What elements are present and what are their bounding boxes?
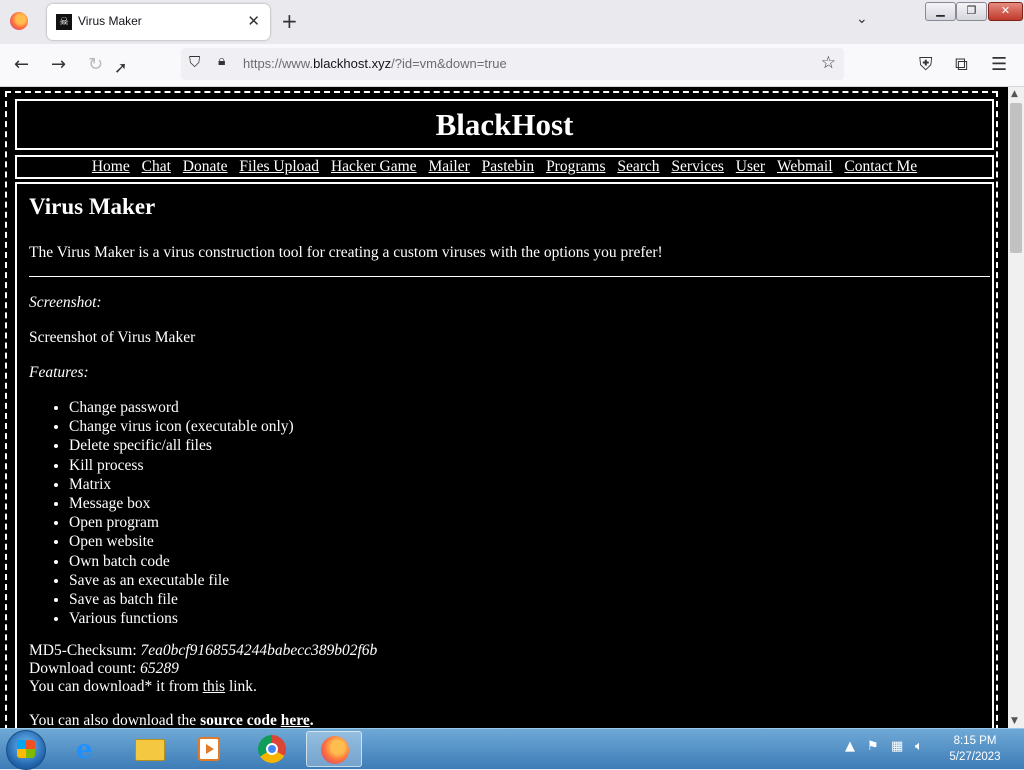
menu-home[interactable]: Home: [92, 158, 130, 175]
count-row: Download count: 65289: [29, 660, 179, 678]
restore-button[interactable]: ❐: [956, 2, 987, 21]
list-item: Matrix: [69, 475, 989, 494]
system-clock[interactable]: 8:15 PM 5/27/2023: [940, 733, 1010, 765]
list-item: Various functions: [69, 609, 989, 628]
bookmark-star-icon[interactable]: ☆: [821, 53, 836, 73]
divider: [29, 276, 990, 277]
list-item: Open website: [69, 532, 989, 551]
extensions-icon[interactable]: ⧉: [955, 54, 968, 75]
menu-programs[interactable]: Programs: [546, 158, 605, 175]
site-brand-header: BlackHost: [15, 99, 994, 150]
windows-logo-icon: [17, 740, 35, 758]
list-item: Open program: [69, 513, 989, 532]
internet-explorer-icon[interactable]: e: [60, 731, 116, 767]
close-tab-icon[interactable]: ✕: [247, 12, 260, 30]
menu-search[interactable]: Search: [617, 158, 659, 175]
screenshot-label: Screenshot:: [29, 294, 102, 311]
action-center-flag-icon[interactable]: ⚑: [867, 739, 879, 754]
close-window-button[interactable]: ✕: [988, 2, 1023, 21]
page-scrollbar[interactable]: ▲ ▼: [1008, 87, 1024, 728]
menu-pastebin[interactable]: Pastebin: [482, 158, 535, 175]
reload-icon[interactable]: ↻: [88, 54, 103, 75]
minimize-button[interactable]: ▁: [925, 2, 956, 21]
list-item: Change password: [69, 398, 989, 417]
new-tab-icon[interactable]: +: [281, 9, 298, 33]
lock-icon[interactable]: 🔒︎: [218, 53, 225, 69]
clock-time: 8:15 PM: [953, 735, 997, 747]
mouse-cursor-icon: ➚: [114, 58, 128, 77]
md5-row: MD5-Checksum: 7ea0bcf9168554244babecc389…: [29, 642, 378, 660]
list-item: Change virus icon (executable only): [69, 417, 989, 436]
media-player-icon[interactable]: [181, 731, 237, 767]
scroll-down-icon[interactable]: ▼: [1011, 716, 1018, 726]
shield-icon[interactable]: ⛉: [189, 53, 200, 71]
menu-donate[interactable]: Donate: [183, 158, 228, 175]
source-code-link[interactable]: here: [281, 712, 310, 728]
scroll-up-icon[interactable]: ▲: [1011, 89, 1018, 99]
content-box: Virus Maker The Virus Maker is a virus c…: [15, 182, 994, 728]
site-menu: Home Chat Donate Files Upload Hacker Gam…: [15, 155, 994, 179]
tab-title: Virus Maker: [78, 14, 142, 28]
list-item: Own batch code: [69, 552, 989, 571]
list-item: Message box: [69, 494, 989, 513]
download-row: You can download* it from this link.: [29, 678, 257, 696]
clock-date: 5/27/2023: [949, 751, 1001, 763]
scrollbar-thumb[interactable]: [1010, 103, 1022, 253]
back-arrow-icon[interactable]: ←: [14, 54, 29, 75]
url-text[interactable]: https://www.blackhost.xyz/?id=vm&down=tr…: [243, 56, 507, 71]
md5-value: 7ea0bcf9168554244babecc389b02f6b: [140, 642, 378, 660]
list-item: Delete specific/all files: [69, 436, 989, 455]
page-viewport: BlackHost Home Chat Donate Files Upload …: [0, 87, 1008, 728]
screenshot-alt-text: Screenshot of Virus Maker: [29, 329, 196, 346]
firefox-taskbar-icon[interactable]: [306, 731, 362, 767]
description: The Virus Maker is a virus construction …: [29, 244, 663, 261]
tab-virus-maker[interactable]: ☠ Virus Maker ✕: [47, 4, 270, 40]
pocket-icon[interactable]: ⛨: [919, 54, 933, 75]
forward-arrow-icon[interactable]: →: [51, 54, 66, 75]
download-info: MD5-Checksum: 7ea0bcf9168554244babecc389…: [29, 642, 989, 696]
tab-bar: ☠ Virus Maker ✕ + ⌄ ▁ ❐ ✕: [0, 0, 1024, 44]
navigation-toolbar: ← → ↻ ➚ ⛉ 🔒︎ https://www.blackhost.xyz/?…: [0, 44, 1024, 87]
source-row: You can also download the source code he…: [29, 712, 314, 728]
file-explorer-icon[interactable]: [121, 731, 177, 767]
firefox-logo-icon[interactable]: [10, 12, 28, 30]
menu-chat[interactable]: Chat: [142, 158, 171, 175]
features-list: Change password Change virus icon (execu…: [29, 398, 989, 628]
menu-webmail[interactable]: Webmail: [777, 158, 833, 175]
network-icon[interactable]: ▦: [891, 739, 903, 754]
volume-muted-icon[interactable]: 🔈︎: [915, 739, 923, 754]
start-button[interactable]: [6, 730, 46, 770]
page-title: Virus Maker: [29, 194, 156, 219]
taskbar: e ▲ ⚑ ▦ 🔈︎ 8:15 PM 5/27/2023: [0, 728, 1024, 770]
menu-contact-me[interactable]: Contact Me: [844, 158, 917, 175]
page-frame: BlackHost Home Chat Donate Files Upload …: [5, 91, 998, 728]
show-hidden-icons-icon[interactable]: ▲: [845, 739, 855, 754]
list-item: Kill process: [69, 456, 989, 475]
features-label: Features:: [29, 364, 89, 381]
menu-user[interactable]: User: [736, 158, 765, 175]
download-link[interactable]: this: [203, 678, 225, 695]
address-bar[interactable]: ⛉ 🔒︎ https://www.blackhost.xyz/?id=vm&do…: [181, 48, 844, 80]
list-item: Save as an executable file: [69, 571, 989, 590]
menu-mailer[interactable]: Mailer: [428, 158, 469, 175]
menu-services[interactable]: Services: [671, 158, 724, 175]
list-item: Save as batch file: [69, 590, 989, 609]
chevron-down-icon[interactable]: ⌄: [856, 11, 868, 27]
chrome-icon[interactable]: [244, 731, 300, 767]
menu-hacker-game[interactable]: Hacker Game: [331, 158, 417, 175]
download-count-value: 65289: [140, 660, 179, 678]
pirate-flag-icon: ☠: [56, 14, 72, 30]
hamburger-menu-icon[interactable]: ☰: [991, 54, 1007, 75]
menu-files-upload[interactable]: Files Upload: [239, 158, 319, 175]
